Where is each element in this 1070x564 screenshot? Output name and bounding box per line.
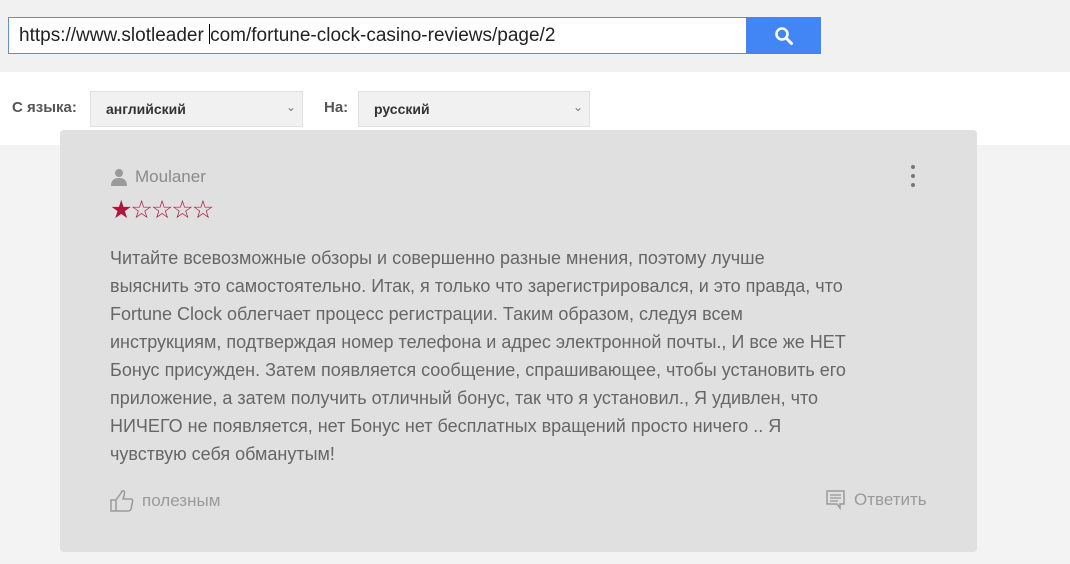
star-empty-icon: ☆ (130, 196, 152, 224)
review-line: Бонус присужден. Затем появляется сообще… (110, 360, 846, 380)
url-text-after: com/fortune-clock-casino-reviews/page/2 (210, 25, 556, 46)
reply-button[interactable]: Ответить (826, 490, 927, 510)
star-filled-icon: ★ (110, 196, 132, 224)
review-line: инструкциям, подтверждая номер телефона … (110, 332, 846, 352)
star-empty-icon: ☆ (150, 196, 173, 224)
more-options-icon[interactable] (905, 163, 921, 189)
search-button[interactable] (746, 17, 821, 54)
to-language-label: На: (324, 99, 349, 116)
url-input[interactable]: https://www.slotleader com/fortune-clock… (8, 17, 748, 54)
thumbs-up-icon (110, 490, 134, 512)
search-icon (774, 26, 793, 45)
reply-label: Ответить (854, 490, 927, 509)
review-line: Fortune Clock облегчает процесс регистра… (110, 304, 743, 324)
star-rating: ★☆☆☆☆ (110, 195, 214, 225)
chevron-down-icon: ⌄ (285, 100, 296, 114)
review-author: Moulaner (110, 167, 206, 187)
from-language-select[interactable]: английский ⌄ (90, 91, 303, 127)
user-icon (111, 169, 127, 186)
review-line: приложение, а затем получить отличный бо… (110, 388, 819, 408)
helpful-button[interactable]: полезным (110, 490, 220, 512)
review-line: выяснить это самостоятельно. Итак, я тол… (110, 276, 843, 296)
search-bar-area: https://www.slotleader com/fortune-clock… (0, 0, 1070, 72)
author-name: Moulaner (135, 167, 206, 186)
from-language-label: С языка: (12, 99, 77, 116)
review-line: НИЧЕГО не появляется, нет Бонус нет бесп… (110, 416, 782, 436)
review-line: Читайте всевозможные обзоры и совершенно… (110, 248, 765, 268)
to-language-value: русский (374, 101, 430, 117)
to-language-select[interactable]: русский ⌄ (358, 91, 590, 127)
star-empty-icon: ☆ (191, 196, 214, 224)
from-language-value: английский (106, 101, 186, 117)
star-empty-icon: ☆ (171, 196, 193, 224)
comment-icon (826, 490, 845, 510)
helpful-label: полезным (142, 491, 221, 510)
chevron-down-icon: ⌄ (572, 100, 583, 114)
review-text: Читайте всевозможные обзоры и совершенно… (110, 244, 846, 468)
url-text-before: https://www.slotleader (19, 25, 210, 46)
review-line: чувствую себя обманутым! (110, 444, 335, 464)
